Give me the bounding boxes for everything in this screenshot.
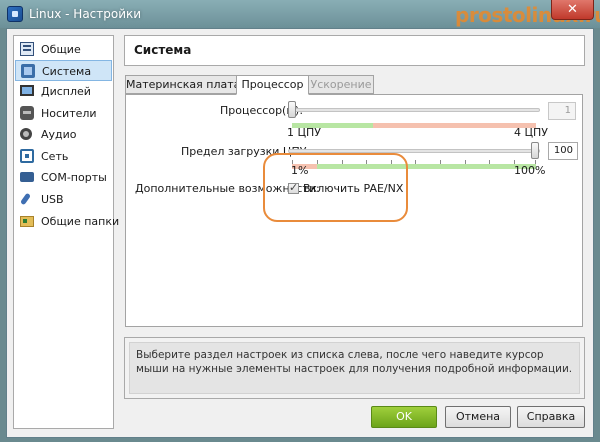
sidebar-item-label: Дисплей [41,85,91,98]
sidebar-item-general[interactable]: Общие [15,39,112,60]
sidebar-item-audio[interactable]: Аудио [15,124,112,145]
sidebar-item-label: USB [41,193,64,206]
info-panel: Выберите раздел настроек из списка слева… [124,337,585,399]
cap-max-label: 100% [514,164,546,177]
sidebar-item-storage[interactable]: Носители [15,103,112,124]
sidebar-item-label: COM-порты [41,171,107,184]
slider-track [288,108,540,112]
cpu-cap-field[interactable]: 100 [548,142,578,160]
usb-icon [20,192,34,206]
sidebar-item-usb[interactable]: USB [15,189,112,210]
cancel-button[interactable]: Отмена [445,406,511,428]
highlight-annotation [263,153,408,222]
sidebar-item-system[interactable]: Система [15,60,112,81]
network-icon [20,149,34,163]
sidebar-item-network[interactable]: Сеть [15,146,112,167]
cpu-max-label: 4 ЦПУ [514,126,549,139]
ok-button[interactable]: OK [371,406,437,428]
tab-acceleration[interactable]: Ускорение [308,75,374,94]
help-button[interactable]: Справка [517,406,585,428]
cpu-count-field[interactable]: 1 [548,102,576,120]
sidebar-item-label: Аудио [41,128,77,141]
cpu-min-label: 1 ЦПУ [287,126,322,139]
unsafe-range [373,123,536,128]
sidebar-item-label: Общие папки [41,215,120,228]
slider-tick [440,160,441,164]
virtualbox-icon [7,6,23,22]
close-button[interactable]: ✕ [551,0,594,20]
sidebar-item-label: Сеть [41,150,69,163]
slider-thumb[interactable] [531,142,539,159]
slider-tick [465,160,466,164]
audio-icon [20,128,32,140]
sidebar-item-serial-ports[interactable]: COM-порты [15,167,112,188]
slider-tick [415,160,416,164]
slider-tick [489,160,490,164]
sidebar-item-display[interactable]: Дисплей [15,81,112,102]
page-title: Система [134,43,192,57]
info-panel-inner: Выберите раздел настроек из списка слева… [129,342,580,394]
system-icon [21,64,35,78]
tab-processor[interactable]: Процессор [236,75,309,95]
window-title: Linux - Настройки [29,7,142,21]
shared-folders-icon [20,216,34,227]
sidebar-item-label: Система [42,65,92,78]
sidebar-item-label: Общие [41,43,81,56]
settings-sidebar: Общие Система Дисплей Носители Аудио Сет… [13,35,119,429]
serial-ports-icon [20,172,34,182]
section-header: Система [124,35,585,66]
settings-dialog: Общие Система Дисплей Носители Аудио Сет… [6,28,594,438]
sidebar-item-shared-folders[interactable]: Общие папки [15,211,119,232]
storage-icon [20,106,34,120]
title-bar: Linux - Настройки prostolinux.ru ✕ [0,0,600,28]
cpu-count-slider[interactable] [288,100,540,128]
sidebar-item-label: Носители [41,107,97,120]
tab-motherboard[interactable]: Материнская плата [125,75,240,94]
display-icon [20,85,34,96]
info-text: Выберите раздел настроек из списка слева… [136,349,573,375]
general-icon [20,42,34,56]
slider-thumb[interactable] [288,101,296,118]
